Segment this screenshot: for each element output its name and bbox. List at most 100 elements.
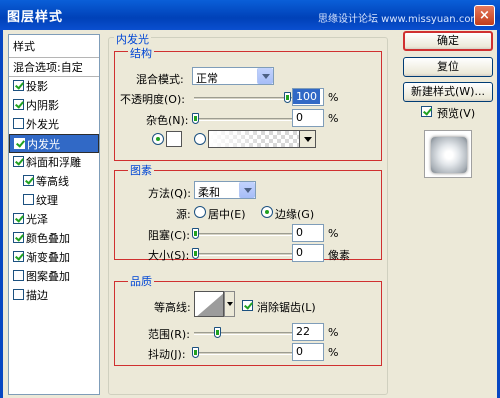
style-list-item-label: 图案叠加 [26, 270, 70, 283]
quality-title: 品质 [128, 273, 154, 289]
style-list-item[interactable]: 纹理 [9, 191, 99, 210]
contour-dropdown[interactable] [224, 291, 235, 317]
style-list-item-label: 等高线 [36, 175, 69, 188]
style-checkbox[interactable] [23, 175, 34, 186]
antialias-checkbox[interactable] [242, 300, 253, 311]
source-edge-radio[interactable] [261, 206, 273, 218]
preview-label[interactable]: 预览(V) [437, 105, 475, 121]
jitter-unit: % [328, 346, 339, 359]
elements-title: 图素 [128, 162, 154, 178]
size-slider-thumb[interactable] [192, 248, 199, 259]
style-checkbox[interactable] [13, 80, 24, 91]
jitter-slider-thumb[interactable] [192, 347, 199, 358]
style-list-item-label: 内发光 [27, 138, 60, 151]
style-list-item[interactable]: 斜面和浮雕 [9, 153, 99, 172]
method-select[interactable]: 柔和 [194, 181, 256, 199]
method-value: 柔和 [198, 186, 220, 199]
style-checkbox[interactable] [13, 99, 24, 110]
blend-options-item[interactable]: 混合选项:自定 [9, 58, 99, 77]
style-list-item[interactable]: 渐变叠加 [9, 248, 99, 267]
style-list-item[interactable]: 图案叠加 [9, 267, 99, 286]
size-label: 大小(S): [148, 249, 190, 262]
range-unit: % [328, 326, 339, 339]
reset-button[interactable]: 复位 [403, 57, 493, 77]
noise-slider-thumb[interactable] [192, 113, 199, 124]
range-slider[interactable] [194, 332, 298, 335]
blend-mode-select[interactable]: 正常 [192, 67, 274, 85]
jitter-slider[interactable] [194, 352, 298, 355]
style-list-item[interactable]: 内发光 [9, 134, 99, 153]
noise-label: 杂色(N): [146, 114, 189, 127]
inner-glow-panel: 内发光 结构 混合模式: 正常 不透明度(O): 100 % 杂色(N): 0 … [108, 31, 388, 395]
gradient-radio[interactable] [194, 133, 206, 145]
choke-unit: % [328, 227, 339, 240]
opacity-slider[interactable] [194, 97, 298, 100]
chevron-down-icon [299, 131, 315, 147]
ok-button[interactable]: 确定 [403, 31, 493, 51]
source-center-radio[interactable] [194, 206, 206, 218]
style-list-item[interactable]: 投影 [9, 77, 99, 96]
style-list-item-label: 颜色叠加 [26, 232, 70, 245]
style-checkbox[interactable] [23, 194, 34, 205]
style-checkbox[interactable] [13, 232, 24, 243]
style-list-item[interactable]: 外发光 [9, 115, 99, 134]
style-list-item[interactable]: 等高线 [9, 172, 99, 191]
style-checkbox[interactable] [13, 118, 24, 129]
choke-slider-thumb[interactable] [192, 228, 199, 239]
jitter-input[interactable]: 0 [292, 343, 324, 361]
size-slider[interactable] [194, 253, 298, 256]
watermark-text: 思缘设计论坛 www.missyuan.com [318, 14, 481, 25]
choke-slider[interactable] [194, 233, 298, 236]
style-list-item-label: 光泽 [26, 213, 48, 226]
style-checkbox[interactable] [13, 270, 24, 281]
noise-input[interactable]: 0 [292, 109, 324, 127]
preview-checkbox[interactable] [421, 106, 432, 117]
style-checkbox[interactable] [13, 156, 24, 167]
style-list-item[interactable]: 颜色叠加 [9, 229, 99, 248]
color-radio[interactable] [152, 133, 164, 145]
chevron-down-icon [239, 182, 255, 198]
source-label: 源: [176, 208, 191, 221]
opacity-input[interactable]: 100 [292, 88, 324, 106]
new-style-button[interactable]: 新建样式(W)... [403, 82, 493, 102]
style-checkbox[interactable] [13, 251, 24, 262]
style-list-item-label: 内阴影 [26, 99, 59, 112]
style-checkbox[interactable] [13, 213, 24, 224]
contour-label: 等高线: [154, 301, 191, 314]
style-list: 样式 混合选项:自定 投影内阴影外发光内发光斜面和浮雕等高线纹理光泽颜色叠加渐变… [8, 34, 100, 395]
source-edge-label[interactable]: 边缘(G) [275, 206, 314, 222]
contour-picker[interactable] [194, 291, 224, 317]
title-bar: 图层样式 思缘设计论坛 www.missyuan.com × [0, 0, 500, 30]
size-unit: 像素 [328, 249, 350, 262]
style-checkbox[interactable] [14, 138, 25, 149]
contour-curve-icon [197, 293, 223, 316]
blend-mode-label: 混合模式: [136, 73, 184, 86]
style-list-item-label: 投影 [26, 80, 48, 93]
gradient-picker[interactable] [208, 130, 316, 148]
style-list-item-label: 描边 [26, 289, 48, 302]
opacity-value: 100 [293, 89, 320, 104]
noise-slider[interactable] [194, 118, 298, 121]
style-list-item-label: 斜面和浮雕 [26, 156, 81, 169]
structure-title: 结构 [128, 45, 154, 61]
style-list-item-label: 渐变叠加 [26, 251, 70, 264]
source-center-label[interactable]: 居中(E) [208, 206, 246, 222]
style-list-item[interactable]: 内阴影 [9, 96, 99, 115]
style-list-item-label: 外发光 [26, 118, 59, 131]
style-list-header: 样式 [9, 35, 99, 58]
opacity-slider-thumb[interactable] [284, 92, 291, 103]
range-input[interactable]: 22 [292, 323, 324, 341]
style-list-item[interactable]: 光泽 [9, 210, 99, 229]
style-list-item[interactable]: 描边 [9, 286, 99, 305]
style-checkbox[interactable] [13, 289, 24, 300]
choke-input[interactable]: 0 [292, 224, 324, 242]
glow-color-swatch[interactable] [166, 131, 182, 147]
range-slider-thumb[interactable] [214, 327, 221, 338]
antialias-label[interactable]: 消除锯齿(L) [257, 299, 316, 315]
style-list-item-label: 纹理 [36, 194, 58, 207]
gradient-preview [209, 131, 299, 147]
close-icon: × [479, 8, 490, 23]
size-input[interactable]: 0 [292, 244, 324, 262]
close-button[interactable]: × [474, 5, 495, 26]
range-label: 范围(R): [148, 328, 190, 341]
